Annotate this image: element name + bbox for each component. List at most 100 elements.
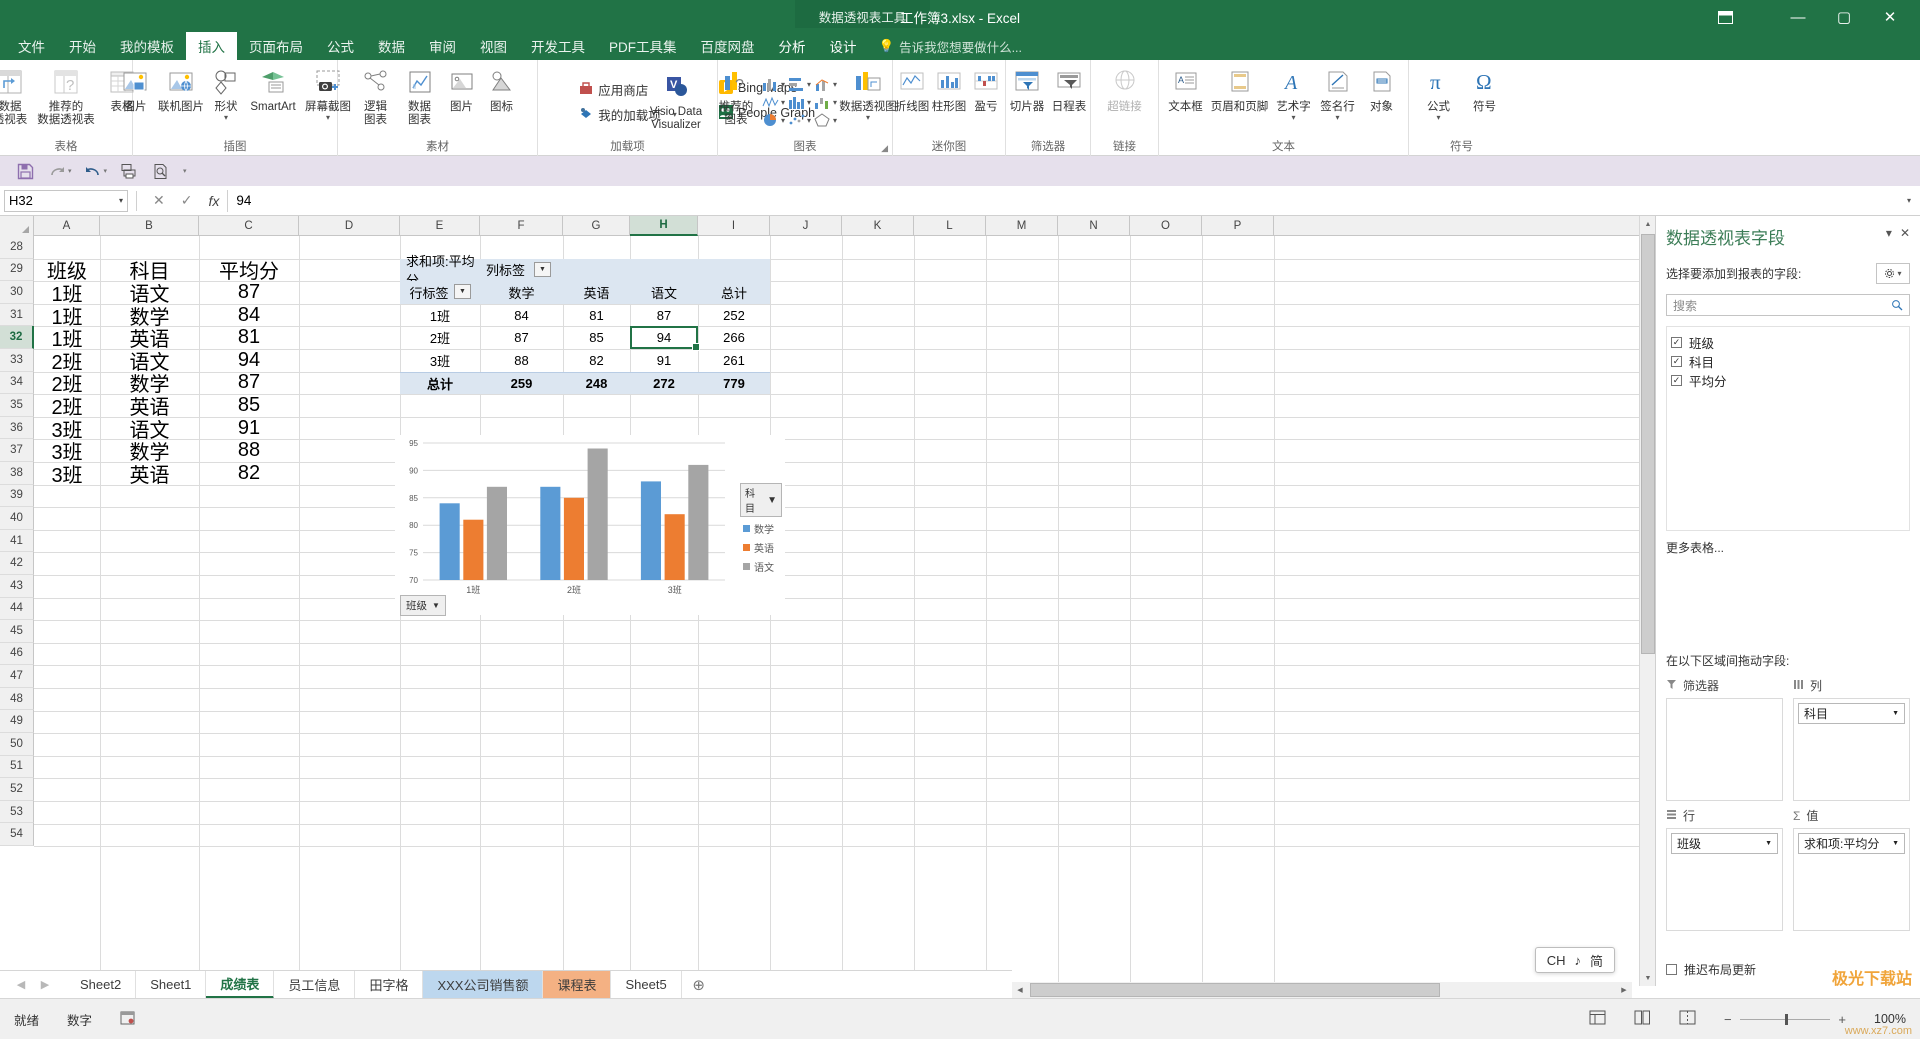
equation-button[interactable]: π 公式 ▾: [1416, 63, 1462, 123]
ime-indicator[interactable]: CH ♪ 简: [1534, 947, 1615, 973]
zoom-thumb[interactable]: [1785, 1013, 1789, 1025]
chart-legend-field-button[interactable]: 科目 ▼: [740, 483, 782, 517]
smartart-button[interactable]: SmartArt: [245, 63, 301, 116]
sheet-tab-7[interactable]: Sheet5: [611, 970, 682, 999]
column-header-C[interactable]: C: [199, 216, 299, 236]
pivot-col-header-1[interactable]: 英语: [563, 281, 630, 304]
source-cell-r3-c2[interactable]: 94: [199, 349, 299, 372]
recommended-pivot-button[interactable]: ? 推荐的 数据透视表: [37, 63, 95, 129]
tell-me-box[interactable]: 💡 告诉我您想要做什么...: [869, 32, 1033, 60]
maximize-button[interactable]: ▢: [1822, 4, 1866, 30]
picture-button[interactable]: 图片: [115, 63, 155, 116]
column-header-P[interactable]: P: [1202, 216, 1274, 236]
recommended-charts-button[interactable]: ? 推荐的 图表: [712, 63, 760, 129]
pivot-header-bg-8[interactable]: [698, 258, 770, 282]
pivot-cell-r0-c3[interactable]: 252: [698, 304, 770, 327]
ribbon-tab-4[interactable]: 页面布局: [237, 32, 315, 60]
column-chart-icon[interactable]: ▾: [760, 75, 786, 93]
chevron-down-icon[interactable]: ▾: [1335, 114, 1339, 122]
column-header-M[interactable]: M: [986, 216, 1058, 236]
data-chart-button[interactable]: 数据 图表: [398, 63, 442, 129]
scroll-up-icon[interactable]: ▲: [1640, 216, 1656, 232]
zone-field-3-0[interactable]: 求和项:平均分 ▼: [1798, 833, 1905, 854]
column-header-N[interactable]: N: [1058, 216, 1130, 236]
ribbon-tab-2[interactable]: 我的模板: [108, 32, 186, 60]
pivot-chart[interactable]: 70 75 80 85 90 95 1班 2班 3班: [395, 435, 785, 615]
record-macro-icon[interactable]: [106, 1011, 149, 1028]
zone-field-1-0[interactable]: 科目 ▼: [1798, 703, 1905, 724]
pivot-cell-r2-c2[interactable]: 91: [630, 349, 698, 372]
combo-chart-icon[interactable]: ▾: [812, 75, 838, 93]
source-cell-r2-c2[interactable]: 81: [199, 326, 299, 349]
row-header-35[interactable]: 35: [0, 394, 34, 417]
ime-mode[interactable]: 简: [1590, 951, 1603, 970]
source-cell-r5-c2[interactable]: 85: [199, 394, 299, 417]
ribbon-tab-1[interactable]: 开始: [57, 32, 108, 60]
redo-chevron-icon[interactable]: ▾: [68, 167, 72, 175]
object-button[interactable]: 对象: [1360, 63, 1404, 116]
row-header-47[interactable]: 47: [0, 665, 34, 688]
ribbon-tab-5[interactable]: 公式: [315, 32, 366, 60]
visio-visualizer-button[interactable]: V Visio Data Visualizer: [638, 68, 714, 134]
sheet-prev-icon[interactable]: ◀: [10, 975, 32, 995]
column-header-D[interactable]: D: [299, 216, 400, 236]
row-header-41[interactable]: 41: [0, 529, 34, 553]
pivot-cell-r1-c3[interactable]: 266: [698, 326, 770, 349]
formula-input[interactable]: 94: [227, 189, 1898, 212]
chevron-down-icon[interactable]: ▾: [866, 114, 870, 122]
sheet-next-icon[interactable]: ▶: [34, 975, 56, 995]
shapes-button[interactable]: 形状 ▾: [207, 63, 245, 123]
row-header-33[interactable]: 33: [0, 348, 34, 372]
source-cell-r1-c2[interactable]: 84: [199, 304, 299, 327]
sheet-tab-4[interactable]: 田字格: [355, 970, 424, 999]
header-footer-button[interactable]: 页眉和页脚: [1208, 63, 1272, 116]
pivot-row-name-0[interactable]: 1班: [400, 304, 480, 327]
ribbon-tab-6[interactable]: 数据: [366, 32, 417, 60]
row-header-42[interactable]: 42: [0, 552, 34, 575]
source-cell-r8-c1[interactable]: 英语: [100, 462, 199, 487]
field-search-input[interactable]: 搜索: [1666, 294, 1910, 316]
row-header-49[interactable]: 49: [0, 710, 34, 734]
pivot-cell-r1-c1[interactable]: 85: [563, 326, 630, 349]
row-header-30[interactable]: 30: [0, 281, 34, 304]
pivot-total-label[interactable]: 总计: [400, 371, 480, 395]
row-header-50[interactable]: 50: [0, 733, 34, 756]
page-layout-icon[interactable]: [1620, 1010, 1665, 1028]
close-button[interactable]: ✕: [1868, 4, 1912, 30]
pivot-total-3[interactable]: 779: [698, 371, 770, 395]
row-header-52[interactable]: 52: [0, 778, 34, 801]
field-item-0[interactable]: ✓ 班级: [1671, 333, 1905, 352]
source-cell-r6-c2[interactable]: 91: [199, 417, 299, 440]
pivot-cell-r0-c1[interactable]: 81: [563, 304, 630, 327]
ribbon-tab-7[interactable]: 审阅: [417, 32, 468, 60]
column-header-G[interactable]: G: [563, 216, 630, 236]
source-cell-r8-c0[interactable]: 3班: [34, 462, 100, 487]
zone-field-2-0[interactable]: 班级 ▼: [1671, 833, 1778, 854]
sheet-tab-3[interactable]: 员工信息: [274, 970, 356, 999]
field-item-1[interactable]: ✓ 科目: [1671, 352, 1905, 371]
horizontal-scrollbar[interactable]: ◀ ▶: [1012, 982, 1632, 998]
chevron-down-icon[interactable]: ▾: [1436, 114, 1440, 122]
row-header-48[interactable]: 48: [0, 687, 34, 711]
source-cell-r7-c2[interactable]: 88: [199, 439, 299, 462]
pivot-cell-r0-c2[interactable]: 87: [630, 304, 698, 327]
row-header-39[interactable]: 39: [0, 484, 34, 508]
select-all-corner[interactable]: [0, 216, 34, 236]
zoom-level[interactable]: 100%: [1860, 1012, 1920, 1026]
scroll-down-icon[interactable]: ▼: [1640, 970, 1656, 986]
stock-chart-icon[interactable]: ▾: [760, 93, 786, 111]
chevron-down-icon[interactable]: ▾: [326, 114, 330, 122]
close-icon[interactable]: ✕: [1900, 226, 1910, 240]
row-header-53[interactable]: 53: [0, 800, 34, 824]
save-icon[interactable]: [10, 158, 40, 184]
chevron-down-icon[interactable]: ▾: [1291, 114, 1295, 122]
page-break-icon[interactable]: [1665, 1010, 1710, 1028]
chevron-down-icon[interactable]: ▾: [119, 196, 123, 205]
pivot-cell-r2-c0[interactable]: 88: [480, 349, 563, 372]
column-header-F[interactable]: F: [480, 216, 563, 236]
pivot-row-filter-button[interactable]: ▼: [454, 284, 471, 300]
row-header-44[interactable]: 44: [0, 597, 34, 621]
zone-dropbox-3[interactable]: 求和项:平均分 ▼: [1793, 828, 1910, 931]
sparkline-line-button[interactable]: 折线图: [894, 63, 931, 116]
row-header-54[interactable]: 54: [0, 823, 34, 847]
